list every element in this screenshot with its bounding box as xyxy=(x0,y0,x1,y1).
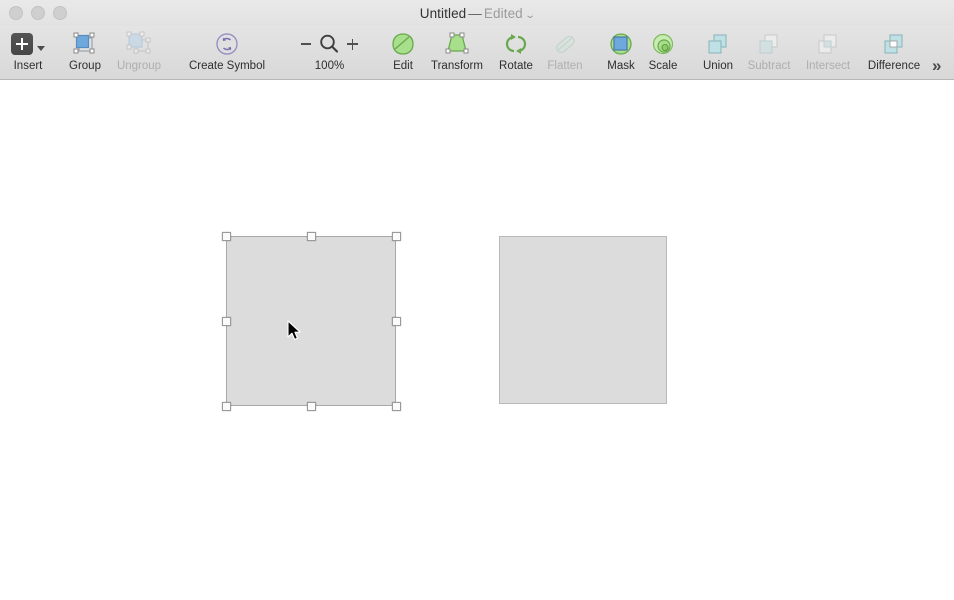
resize-handle-top-left[interactable] xyxy=(222,232,231,241)
toolbar-label-intersect: Intersect xyxy=(798,60,858,72)
resize-handle-bottom-center[interactable] xyxy=(307,402,316,411)
symbol-refresh-icon xyxy=(180,30,274,58)
chevron-down-icon[interactable]: ⌄ xyxy=(524,10,536,21)
resize-handle-middle-right[interactable] xyxy=(392,317,401,326)
boolean-difference-icon xyxy=(858,30,930,58)
group-icon xyxy=(62,30,108,58)
dropdown-caret-icon xyxy=(37,46,45,51)
main-toolbar: Insert Group xyxy=(0,26,954,80)
plus-square-icon xyxy=(6,30,50,58)
toolbar-label-scale: Scale xyxy=(642,60,684,72)
toolbar-item-intersect[interactable]: Intersect xyxy=(798,30,858,72)
toolbar-label-group: Group xyxy=(62,60,108,72)
document-title-text: Untitled xyxy=(420,6,467,21)
toolbar-item-ungroup[interactable]: Ungroup xyxy=(110,30,168,72)
toolbar-label-difference: Difference xyxy=(858,60,930,72)
toolbar-item-union[interactable]: Union xyxy=(695,30,741,72)
edit-blob-icon xyxy=(385,30,421,58)
transform-icon xyxy=(422,30,492,58)
toolbar-label-ungroup: Ungroup xyxy=(110,60,168,72)
toolbar-item-rotate[interactable]: Rotate xyxy=(494,30,538,72)
flatten-icon xyxy=(541,30,589,58)
close-window-button[interactable] xyxy=(9,6,23,20)
toolbar-item-difference[interactable]: Difference xyxy=(858,30,930,72)
toolbar-label-rotate: Rotate xyxy=(494,60,538,72)
arrow-cursor xyxy=(287,320,303,342)
minimize-window-button[interactable] xyxy=(31,6,45,20)
toolbar-label-insert: Insert xyxy=(6,60,50,72)
toolbar-item-subtract[interactable]: Subtract xyxy=(740,30,798,72)
application-window: Untitled—Edited⌄ Insert xyxy=(0,0,954,600)
scale-icon xyxy=(642,30,684,58)
traffic-light-buttons xyxy=(9,6,67,20)
maximize-window-button[interactable] xyxy=(53,6,67,20)
toolbar-label-transform: Transform xyxy=(422,60,492,72)
boolean-union-icon xyxy=(695,30,741,58)
document-edited-status: Edited xyxy=(484,6,523,21)
rotate-icon xyxy=(494,30,538,58)
boolean-intersect-icon xyxy=(798,30,858,58)
toolbar-item-transform[interactable]: Transform xyxy=(422,30,492,72)
resize-handle-middle-left[interactable] xyxy=(222,317,231,326)
window-title: Untitled—Edited⌄ xyxy=(0,6,954,21)
magnifier-icon xyxy=(318,33,340,55)
zoom-out-icon[interactable] xyxy=(301,43,311,45)
zoom-level-label: 100% xyxy=(292,60,367,72)
resize-handle-top-center[interactable] xyxy=(307,232,316,241)
toolbar-label-edit: Edit xyxy=(385,60,421,72)
mask-icon xyxy=(600,30,642,58)
toolbar-item-scale[interactable]: Scale xyxy=(642,30,684,72)
toolbar-item-flatten[interactable]: Flatten xyxy=(541,30,589,72)
rectangle-unselected[interactable] xyxy=(499,236,667,404)
toolbar-label-flatten: Flatten xyxy=(541,60,589,72)
ungroup-icon xyxy=(110,30,168,58)
zoom-in-icon[interactable] xyxy=(347,39,358,50)
rectangle-selected[interactable] xyxy=(226,236,396,406)
toolbar-label-mask: Mask xyxy=(600,60,642,72)
toolbar-item-insert[interactable]: Insert xyxy=(6,30,50,72)
toolbar-label-create-symbol: Create Symbol xyxy=(180,60,274,72)
drawing-canvas[interactable] xyxy=(0,80,954,600)
resize-handle-top-right[interactable] xyxy=(392,232,401,241)
toolbar-item-edit[interactable]: Edit xyxy=(385,30,421,72)
resize-handle-bottom-right[interactable] xyxy=(392,402,401,411)
toolbar-label-union: Union xyxy=(695,60,741,72)
boolean-subtract-icon xyxy=(740,30,798,58)
toolbar-item-create-symbol[interactable]: Create Symbol xyxy=(180,30,274,72)
toolbar-overflow-icon[interactable]: » xyxy=(932,56,939,76)
toolbar-label-subtract: Subtract xyxy=(740,60,798,72)
title-separator: — xyxy=(466,6,484,21)
title-bar: Untitled—Edited⌄ xyxy=(0,0,954,26)
toolbar-item-group[interactable]: Group xyxy=(62,30,108,72)
toolbar-item-zoom[interactable]: 100% xyxy=(292,30,367,72)
resize-handle-bottom-left[interactable] xyxy=(222,402,231,411)
toolbar-item-mask[interactable]: Mask xyxy=(600,30,642,72)
